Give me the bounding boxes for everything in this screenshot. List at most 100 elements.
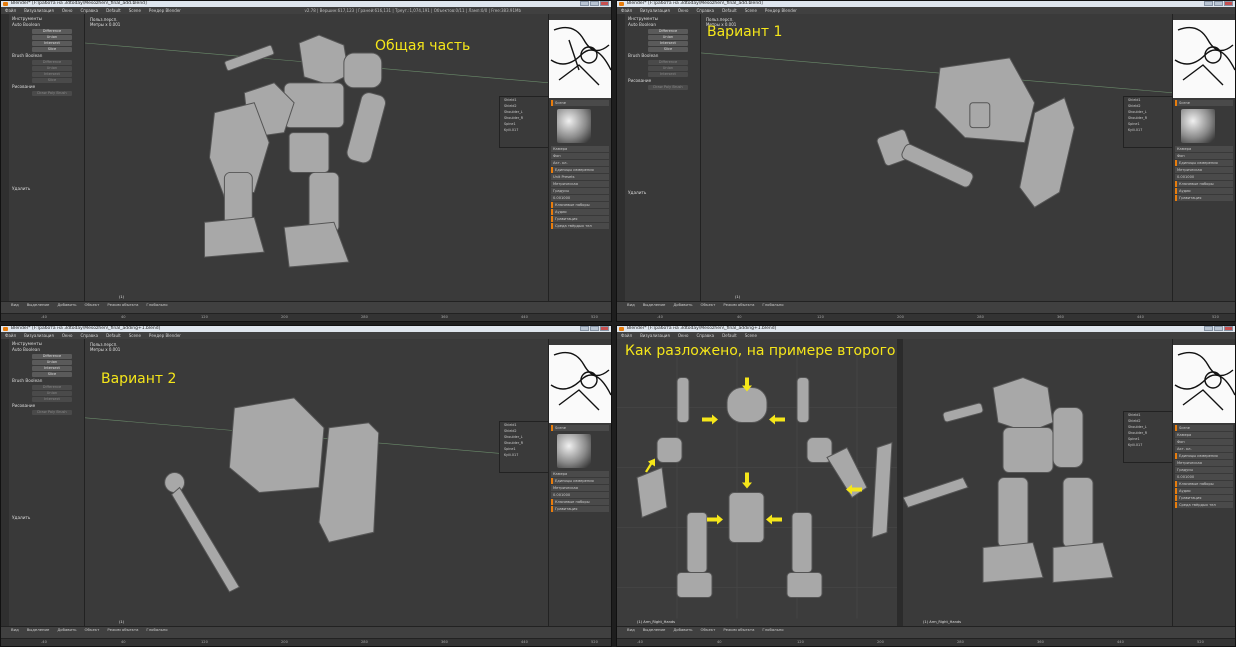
scene-select[interactable]: Scene [745, 332, 757, 339]
timeline-ruler[interactable]: -40 40 120 200 280 360 440 520 [1, 638, 611, 646]
select-menu[interactable]: Выделение [643, 627, 666, 633]
orientation-select[interactable]: Глобально [146, 302, 167, 308]
drawing-header[interactable]: Рисование [628, 78, 698, 84]
timeline-ruler[interactable]: -40 40 120 200 280 360 440 520 [617, 638, 1235, 646]
active-clip-row[interactable]: Акт. кл. [551, 160, 609, 166]
slice-button[interactable]: Slice [32, 47, 72, 52]
3d-viewport[interactable]: Польз.персп. Метры x 0.001 Вариант 2 (1) [85, 339, 549, 627]
unit-scale-row[interactable]: 0.001000 [1175, 174, 1233, 180]
timeline-ruler[interactable]: -40 40 120 200 280 360 440 520 [617, 313, 1235, 321]
intersect-button[interactable]: Intersect [32, 366, 72, 371]
minimize-button[interactable] [1204, 326, 1213, 331]
drawing-header[interactable]: Рисование [12, 84, 82, 90]
maximize-button[interactable] [590, 1, 599, 6]
rigid-body-header[interactable]: Среда твёрдых тел [1175, 502, 1233, 508]
view-menu[interactable]: Вид [11, 302, 19, 308]
menu-file[interactable]: Файл [5, 332, 16, 339]
keying-sets-header[interactable]: Ключевые наборы [551, 202, 609, 208]
background-row[interactable]: Фон [1175, 153, 1233, 159]
assembled-robot[interactable] [903, 339, 1173, 627]
difference-button[interactable]: Difference [32, 29, 72, 34]
screen-layout[interactable]: Default [106, 332, 121, 339]
menu-window[interactable]: Окно [62, 7, 73, 14]
auto-boolean-header[interactable]: Auto Boolean [12, 22, 82, 28]
orientation-select[interactable]: Глобально [762, 627, 783, 633]
union-button[interactable]: Union [32, 35, 72, 40]
length-row[interactable]: Метрическая [1175, 460, 1233, 466]
background-row[interactable]: Фон [551, 153, 609, 159]
menu-window[interactable]: Окно [62, 332, 73, 339]
audio-header[interactable]: Аудио [551, 209, 609, 215]
menu-window[interactable]: Окно [678, 332, 689, 339]
drawing-header[interactable]: Рисование [12, 403, 82, 409]
add-menu[interactable]: Добавить [673, 627, 692, 633]
camera-row[interactable]: Камера [551, 471, 609, 477]
menu-file[interactable]: Файл [621, 332, 632, 339]
scene-select[interactable]: Scene [745, 7, 757, 14]
intersect-button[interactable]: Intersect [32, 41, 72, 46]
scene-row[interactable]: Scene [551, 425, 609, 431]
scene-row[interactable]: Scene [551, 100, 609, 106]
minimize-button[interactable] [580, 1, 589, 6]
select-menu[interactable]: Выделение [643, 302, 666, 308]
close-button[interactable] [1224, 326, 1233, 331]
object-menu[interactable]: Объект [700, 627, 715, 633]
units-header[interactable]: Единицы измерения [1175, 160, 1233, 166]
maximize-button[interactable] [1214, 1, 1223, 6]
slice-button[interactable]: Slice [648, 47, 688, 52]
scene-select[interactable]: Scene [129, 7, 141, 14]
gravity-header[interactable]: Гравитация [551, 506, 609, 512]
camera-row[interactable]: Камера [1175, 146, 1233, 152]
close-button[interactable] [600, 1, 609, 6]
intersect-button[interactable]: Intersect [648, 41, 688, 46]
brush-difference-button[interactable]: Difference [32, 385, 72, 390]
render-engine[interactable]: Рендер Blender [149, 332, 181, 339]
render-engine[interactable]: Рендер Blender [765, 7, 797, 14]
mode-select[interactable]: Режим объекта [723, 302, 754, 308]
front-ortho-viewport[interactable]: Как разложено, на примере второго вариан… [617, 339, 897, 627]
brush-slice-button[interactable]: Slice [32, 78, 72, 83]
robot-model[interactable] [85, 14, 549, 302]
audio-header[interactable]: Аудио [1175, 488, 1233, 494]
3d-viewport[interactable]: Польз.персп. Метры x 0.001 Общая часть (1… [85, 14, 549, 302]
exploded-robot[interactable] [617, 339, 897, 627]
object-menu[interactable]: Объект [84, 627, 99, 633]
tool-tabs[interactable] [617, 14, 625, 302]
3d-viewport[interactable]: Польз.персп. Метры x 0.001 Вариант 1 (1) [701, 14, 1173, 302]
union-button[interactable]: Union [648, 35, 688, 40]
outliner-item[interactable]: Kyili.017 [1124, 442, 1172, 448]
audio-header[interactable]: Аудио [1175, 188, 1233, 194]
length-row[interactable]: Метрическая [1175, 167, 1233, 173]
length-row[interactable]: Метрическая [551, 485, 609, 491]
view-menu[interactable]: Вид [627, 627, 635, 633]
maximize-button[interactable] [590, 326, 599, 331]
unit-scale-row[interactable]: 0.001000 [551, 195, 609, 201]
units-header[interactable]: Единицы измерения [551, 478, 609, 484]
menu-render[interactable]: Визуализация [640, 7, 670, 14]
unit-scale-row[interactable]: 0.001000 [1175, 474, 1233, 480]
render-engine[interactable]: Рендер Blender [149, 7, 181, 14]
auto-boolean-header[interactable]: Auto Boolean [628, 22, 698, 28]
view-menu[interactable]: Вид [11, 627, 19, 633]
tool-tabs[interactable] [1, 339, 9, 627]
outliner-item[interactable]: Kyili.017 [500, 127, 548, 133]
menu-file[interactable]: Файл [621, 7, 632, 14]
undo-header[interactable]: Удалить [12, 515, 82, 521]
object-menu[interactable]: Объект [84, 302, 99, 308]
brush-intersect-button[interactable]: Intersect [648, 72, 688, 77]
outliner-item[interactable]: Kyili.017 [1124, 127, 1172, 133]
maximize-button[interactable] [1214, 326, 1223, 331]
screen-layout[interactable]: Default [106, 7, 121, 14]
rigid-body-header[interactable]: Среда твёрдых тел [551, 223, 609, 229]
add-menu[interactable]: Добавить [57, 627, 76, 633]
close-button[interactable] [1224, 1, 1233, 6]
menu-help[interactable]: Справка [696, 332, 714, 339]
add-menu[interactable]: Добавить [673, 302, 692, 308]
brush-intersect-button[interactable]: Intersect [32, 72, 72, 77]
length-row[interactable]: Метрическая [551, 181, 609, 187]
menu-render[interactable]: Визуализация [640, 332, 670, 339]
mode-select[interactable]: Режим объекта [723, 627, 754, 633]
menu-help[interactable]: Справка [696, 7, 714, 14]
keying-sets-header[interactable]: Ключевые наборы [1175, 481, 1233, 487]
perspective-viewport[interactable]: (1) Arm_Right_Hands [903, 339, 1173, 627]
